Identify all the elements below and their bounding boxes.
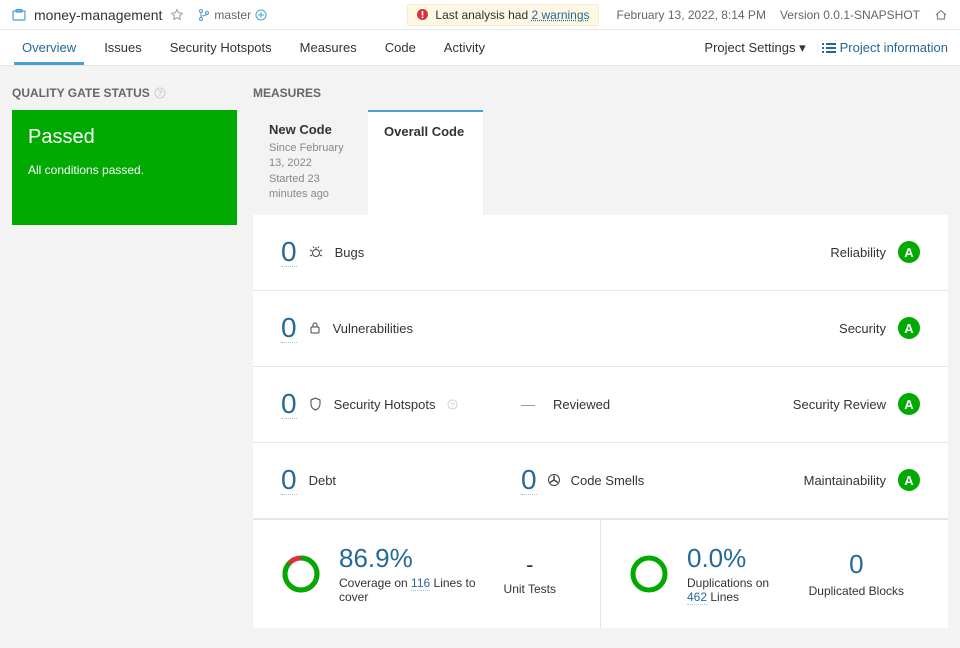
measures-header: MEASURES xyxy=(253,86,948,100)
favorite-icon[interactable] xyxy=(170,8,184,22)
coverage-subtext: Coverage on 116 Lines to cover xyxy=(339,576,486,604)
analysis-warning-badge: Last analysis had 2 warnings xyxy=(407,4,598,26)
row-vulnerabilities: 0 Vulnerabilities Security A xyxy=(253,291,948,367)
bugs-label: Bugs xyxy=(335,245,365,260)
duplications-donut-icon xyxy=(629,554,669,594)
new-code-started: Started 23 minutes ago xyxy=(269,172,352,203)
coverage-cell: 86.9% Coverage on 116 Lines to cover - U… xyxy=(253,520,601,629)
tab-overview[interactable]: Overview xyxy=(12,31,86,64)
security-review-rating[interactable]: A xyxy=(898,393,920,415)
branch-add-icon[interactable] xyxy=(255,9,267,21)
debt-label: Debt xyxy=(309,473,336,488)
reliability-rating[interactable]: A xyxy=(898,241,920,263)
vuln-label: Vulnerabilities xyxy=(333,321,413,336)
maintainability-label: Maintainability xyxy=(804,473,886,488)
help-icon[interactable]: ? xyxy=(154,87,166,99)
duplications-subtext: Duplications on 462 Lines xyxy=(687,576,791,604)
tab-hotspots[interactable]: Security Hotspots xyxy=(160,31,282,64)
info-list-icon xyxy=(822,42,836,54)
smells-label: Code Smells xyxy=(571,473,645,488)
project-icon xyxy=(12,8,26,22)
security-review-label: Security Review xyxy=(793,397,886,412)
tab-issues[interactable]: Issues xyxy=(94,31,152,64)
row-maintainability: 0 Debt 0 Code Smells Maintainability A xyxy=(253,443,948,519)
dup-lines-link[interactable]: 462 xyxy=(687,590,707,605)
shield-icon xyxy=(309,397,322,411)
project-information-label: Project information xyxy=(840,40,948,55)
coverage-donut-icon xyxy=(281,554,321,594)
vuln-count[interactable]: 0 xyxy=(281,314,297,343)
bugs-count[interactable]: 0 xyxy=(281,238,297,267)
dash-icon: — xyxy=(521,396,535,412)
tab-new-code[interactable]: New Code Since February 13, 2022 Started… xyxy=(253,110,368,215)
project-information-link[interactable]: Project information xyxy=(822,40,948,55)
quality-gate-status: Passed xyxy=(28,126,221,149)
new-code-since: Since February 13, 2022 xyxy=(269,141,352,172)
tab-activity[interactable]: Activity xyxy=(434,31,495,64)
hotspots-label: Security Hotspots xyxy=(334,397,436,412)
home-icon[interactable] xyxy=(934,8,948,22)
analysis-date: February 13, 2022, 8:14 PM xyxy=(617,8,766,22)
security-rating[interactable]: A xyxy=(898,317,920,339)
row-hotspots: 0 Security Hotspots ? — Reviewed Securit… xyxy=(253,367,948,443)
security-label: Security xyxy=(839,321,886,336)
unit-tests-value: - xyxy=(504,552,556,578)
code-smell-icon xyxy=(547,473,561,487)
warnings-link[interactable]: 2 warnings xyxy=(531,8,589,22)
lock-icon xyxy=(309,321,321,335)
debt-value[interactable]: 0 xyxy=(281,466,297,495)
help-icon[interactable]: ? xyxy=(447,399,458,410)
analysis-text: Last analysis had 2 warnings xyxy=(435,8,589,22)
quality-gate-header: QUALITY GATE STATUS ? xyxy=(12,86,237,100)
tab-code[interactable]: Code xyxy=(375,31,426,64)
dup-blocks-value[interactable]: 0 xyxy=(809,549,904,580)
overall-code-label: Overall Code xyxy=(384,124,467,139)
branch-icon xyxy=(198,8,210,22)
bug-icon xyxy=(309,245,323,259)
svg-text:?: ? xyxy=(451,400,455,409)
duplications-cell: 0.0% Duplications on 462 Lines 0 Duplica… xyxy=(601,520,948,629)
duplications-percent[interactable]: 0.0% xyxy=(687,544,791,573)
coverage-percent[interactable]: 86.9% xyxy=(339,544,486,573)
lines-to-cover-link[interactable]: 116 xyxy=(411,576,430,591)
reliability-label: Reliability xyxy=(830,245,886,260)
tab-measures[interactable]: Measures xyxy=(290,31,367,64)
quality-gate-message: All conditions passed. xyxy=(28,163,221,177)
smells-count[interactable]: 0 xyxy=(521,466,537,495)
dup-blocks-label: Duplicated Blocks xyxy=(809,584,904,598)
row-bugs: 0 Bugs Reliability A xyxy=(253,215,948,291)
branch-name[interactable]: master xyxy=(214,8,251,22)
version-label: Version 0.0.1-SNAPSHOT xyxy=(780,8,920,22)
project-name[interactable]: money-management xyxy=(34,7,162,23)
reviewed-label: Reviewed xyxy=(553,397,610,412)
new-code-label: New Code xyxy=(269,122,352,137)
project-settings-dropdown[interactable]: Project Settings ▾ xyxy=(704,40,805,56)
tab-overall-code[interactable]: Overall Code xyxy=(368,110,483,215)
unit-tests-label: Unit Tests xyxy=(504,582,556,596)
hotspots-count[interactable]: 0 xyxy=(281,390,297,419)
warning-icon xyxy=(416,8,429,21)
maintainability-rating[interactable]: A xyxy=(898,469,920,491)
svg-text:?: ? xyxy=(157,89,162,98)
quality-gate-card: Passed All conditions passed. xyxy=(12,110,237,225)
